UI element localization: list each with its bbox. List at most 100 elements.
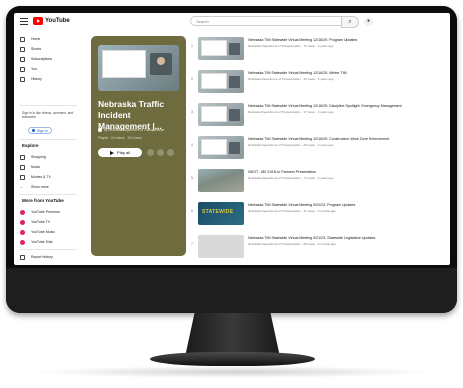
playlist-header-card: Nebraska Traffic Incident Management |..…: [91, 36, 186, 256]
sidebar-item-label: Movies & TV: [31, 175, 51, 179]
video-row[interactable]: 4 Nebraska TIM Statewide Virtual Meeting…: [191, 134, 446, 160]
save-playlist-icon[interactable]: [147, 149, 154, 156]
video-title[interactable]: Nebraska TIM Statewide Virtual Meeting 1…: [248, 71, 443, 75]
divider: [19, 105, 77, 106]
video-row[interactable]: 3 Nebraska TIM Statewide Virtual Meeting…: [191, 101, 446, 127]
playlist-thumbnail[interactable]: [98, 45, 179, 91]
video-title[interactable]: Nebraska TIM Statewide Virtual Meeting 9…: [248, 203, 443, 207]
divider: [19, 249, 77, 250]
sidebar-item-label: Home: [31, 37, 41, 41]
sidebar-item-premium[interactable]: YouTube Premium: [20, 208, 60, 216]
movies-icon: [20, 174, 25, 180]
sidebar-item-label: Shorts: [31, 47, 42, 51]
video-thumbnail[interactable]: [198, 136, 244, 159]
signin-label: Sign in: [37, 128, 48, 133]
sidebar-item-music[interactable]: Music: [20, 163, 40, 171]
presenter-image: [150, 53, 172, 75]
play-icon: [110, 150, 115, 155]
sidebar-item-label: Subscriptions: [31, 57, 53, 61]
video-thumbnail[interactable]: [198, 70, 244, 93]
video-row[interactable]: 6 STATEWIDE Nebraska TIM Statewide Virtu…: [191, 200, 446, 226]
sidebar-item-label: YouTube TV: [31, 220, 51, 224]
thumbnail-text: STATEWIDE: [202, 209, 234, 215]
video-thumbnail[interactable]: [198, 235, 244, 258]
sidebar-item-label: YouTube Premium: [31, 210, 60, 214]
video-thumbnail[interactable]: [198, 103, 244, 126]
home-icon: [20, 36, 25, 42]
search-input[interactable]: Search: [190, 16, 342, 26]
playlist-owner[interactable]: by Nebraska Department of Transportation: [98, 128, 164, 132]
video-row[interactable]: 2 Nebraska TIM Statewide Virtual Meeting…: [191, 68, 446, 94]
microphone-icon[interactable]: ●: [364, 17, 373, 26]
video-row[interactable]: 7 Nebraska TIM Statewide Virtual Meeting…: [191, 233, 446, 259]
video-meta: Nebraska Department of Transportation · …: [248, 77, 334, 81]
sidebar-item-music-app[interactable]: YouTube Music: [20, 228, 55, 236]
video-meta: Nebraska Department of Transportation · …: [248, 209, 336, 213]
sidebar-item-movies[interactable]: Movies & TV: [20, 173, 51, 181]
sidebar: Home Shorts Subscriptions You History Si…: [14, 33, 84, 265]
youtube-tv-icon: [20, 219, 25, 225]
video-row[interactable]: 1 Nebraska TIM Statewide Virtual Meeting…: [191, 35, 446, 61]
video-title[interactable]: Nebraska TIM Statewide Virtual Meeting 1…: [248, 104, 443, 108]
sidebar-item-you[interactable]: You: [20, 65, 37, 73]
sidebar-item-report-history[interactable]: Report history: [20, 253, 53, 261]
video-index: 5: [191, 176, 193, 180]
sidebar-item-label: You: [31, 67, 37, 71]
sidebar-item-shorts[interactable]: Shorts: [20, 45, 41, 53]
sidebar-item-shopping[interactable]: Shopping: [20, 153, 46, 161]
video-title[interactable]: NDOT - I80 S41N In Partners Presentation: [248, 170, 443, 174]
youtube-kids-icon: [20, 239, 25, 245]
video-thumbnail[interactable]: [198, 37, 244, 60]
top-bar: YouTube Search ⌕ ●: [14, 13, 450, 31]
chevron-down-icon: ⌄: [20, 184, 23, 189]
play-all-button[interactable]: Play all: [98, 148, 142, 157]
youtube-music-icon: [20, 229, 25, 235]
channel-avatar-icon: [98, 128, 102, 132]
video-title[interactable]: Nebraska TIM Statewide Virtual Meeting 9…: [248, 236, 443, 240]
flag-icon: [20, 254, 25, 260]
sidebar-item-label: YouTube Kids: [31, 240, 53, 244]
shopping-icon: [20, 154, 25, 160]
video-thumbnail[interactable]: [198, 169, 244, 192]
sidebar-item-show-more[interactable]: ⌄ Show more: [20, 183, 49, 191]
hamburger-menu-icon[interactable]: [20, 18, 28, 25]
search-button[interactable]: ⌕: [341, 16, 359, 28]
video-title[interactable]: Nebraska TIM Statewide Virtual Meeting 1…: [248, 38, 443, 42]
share-icon[interactable]: [157, 149, 164, 156]
video-row[interactable]: 5 NDOT - I80 S41N In Partners Presentati…: [191, 167, 446, 193]
signin-button[interactable]: Sign in: [28, 127, 52, 134]
sidebar-item-home[interactable]: Home: [20, 35, 40, 43]
video-thumbnail[interactable]: STATEWIDE: [198, 202, 244, 225]
sidebar-item-label: History: [31, 77, 42, 81]
youtube-logo[interactable]: YouTube: [33, 17, 70, 25]
shorts-icon: [20, 46, 25, 52]
divider: [19, 139, 77, 140]
you-icon: [20, 66, 25, 72]
search-icon: ⌕: [348, 18, 352, 25]
video-index: 4: [191, 143, 193, 147]
sidebar-item-label: Report history: [31, 255, 53, 259]
video-meta: Nebraska Department of Transportation · …: [248, 176, 334, 180]
screen: YouTube Search ⌕ ● Home Shorts Subscript…: [14, 13, 450, 265]
video-index: 3: [191, 110, 193, 114]
video-meta: Nebraska Department of Transportation · …: [248, 110, 334, 114]
more-options-icon[interactable]: [167, 149, 174, 156]
sidebar-item-kids[interactable]: YouTube Kids: [20, 238, 53, 246]
logo-text: YouTube: [45, 18, 70, 24]
monitor-stand-neck: [185, 313, 280, 357]
sidebar-item-tv[interactable]: YouTube TV: [20, 218, 50, 226]
divider: [19, 194, 77, 195]
play-logo-icon: [33, 17, 43, 25]
sidebar-item-history[interactable]: History: [20, 75, 42, 83]
slide-image: [102, 50, 146, 78]
video-meta: Nebraska Department of Transportation · …: [248, 143, 334, 147]
video-meta: Nebraska Department of Transportation · …: [248, 44, 334, 48]
video-title[interactable]: Nebraska TIM Statewide Virtual Meeting 1…: [248, 137, 443, 141]
explore-heading: Explore: [22, 143, 39, 148]
video-index: 7: [191, 242, 193, 246]
sidebar-item-label: YouTube Music: [31, 230, 55, 234]
video-meta: Nebraska Department of Transportation · …: [248, 242, 336, 246]
sidebar-item-subscriptions[interactable]: Subscriptions: [20, 55, 52, 63]
monitor-stand-base: [150, 352, 315, 366]
playlist-meta: Playlist · 24 videos · 154 views: [98, 136, 142, 140]
